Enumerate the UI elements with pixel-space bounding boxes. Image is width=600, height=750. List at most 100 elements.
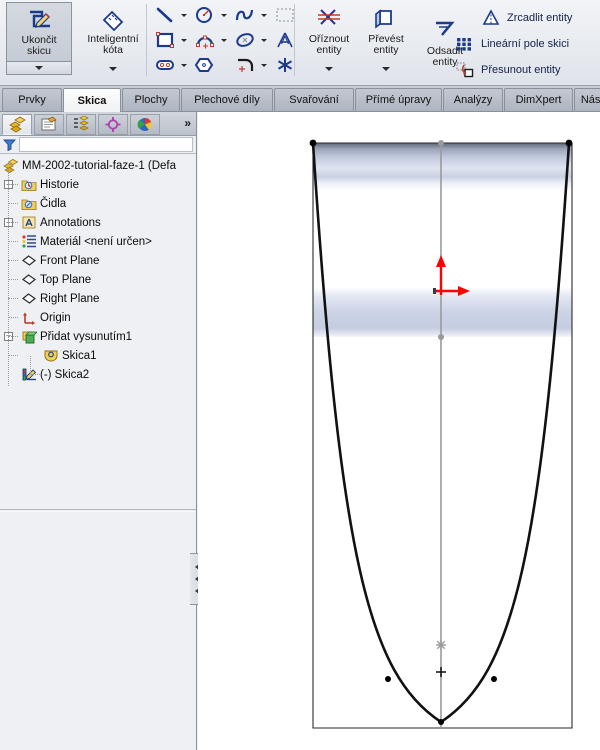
convert-entities-dropdown[interactable] [358, 62, 414, 75]
feature-tree-filter-bar [0, 136, 196, 154]
spline-control-point[interactable] [491, 676, 497, 682]
tree-item-extrude-boss-label: Přidat vysunutím1 [40, 330, 133, 343]
manager-tab-strip: » [0, 112, 196, 136]
chevron-down-icon [180, 63, 187, 67]
tab-nastroje[interactable]: Nástr [574, 88, 600, 111]
tree-item-top-plane[interactable]: Top Plane [0, 270, 196, 289]
spline-endpoint[interactable] [565, 139, 573, 147]
tree-item-cidla[interactable]: Čidla [0, 194, 196, 213]
select-box-icon [276, 8, 294, 22]
sketch-fillet-tool-dropdown[interactable] [258, 53, 269, 77]
slot-tool-dropdown[interactable] [178, 53, 189, 77]
polygon-tool-button[interactable] [192, 53, 218, 77]
centerline-midpoint[interactable] [438, 334, 444, 340]
slot-tool-button[interactable] [152, 53, 178, 77]
sketch-fillet-icon [238, 58, 254, 72]
circle-tool-dropdown[interactable] [218, 3, 229, 27]
line-tool-dropdown[interactable] [178, 3, 189, 27]
rectangle-tool-dropdown[interactable] [178, 28, 189, 52]
chevron-down-icon [35, 66, 43, 70]
smart-dimension-button[interactable]: Inteligentní kóta [80, 2, 146, 62]
command-manager-ribbon: Ukončit skicu Inteligentní kóta Oříznout… [0, 0, 600, 86]
tree-connector [8, 298, 18, 299]
exit-sketch-button[interactable]: Ukončit skicu [6, 2, 72, 62]
feature-tree-filter-input[interactable] [19, 137, 193, 152]
move-entities-label: Přesunout entity [481, 64, 561, 76]
trim-entities-button[interactable]: Oříznout entity [298, 2, 360, 62]
feature-manager-icon [9, 116, 26, 133]
tab-dimxpert[interactable]: DimXpert [504, 88, 573, 111]
tab-plechove-dily[interactable]: Plechové díly [181, 88, 273, 111]
exit-sketch-icon [24, 5, 54, 35]
configuration-manager-tab[interactable] [66, 114, 96, 135]
tree-item-part[interactable]: MM-2002-tutorial-faze-1 (Defa [0, 156, 196, 175]
sketch-fillet-tool-button[interactable] [232, 53, 258, 77]
tab-skica[interactable]: Skica [63, 88, 121, 112]
tree-item-part-label: MM-2002-tutorial-faze-1 (Defa [22, 159, 177, 172]
spline-endpoint[interactable] [309, 139, 317, 147]
spline-control-point[interactable] [385, 676, 391, 682]
tree-item-right-plane[interactable]: Right Plane [0, 289, 196, 308]
point-icon [277, 58, 293, 72]
arc-tool-dropdown[interactable] [218, 28, 229, 52]
spline-tool-dropdown[interactable] [258, 3, 269, 27]
tree-item-skica1-label: Skica1 [62, 349, 97, 362]
feature-manager-tab[interactable] [2, 114, 32, 135]
ribbon-separator [294, 4, 295, 76]
tab-prvky[interactable]: Prvky [2, 88, 62, 111]
extrude-boss-icon [20, 328, 37, 345]
mirror-entities-button[interactable]: Zrcadlit entity [480, 6, 572, 30]
trim-entities-label-2: entity [316, 44, 342, 56]
tree-connector [30, 374, 40, 375]
tree-item-annotations-label: Annotations [40, 216, 101, 229]
tree-connector [8, 260, 18, 261]
dimxpert-manager-tab[interactable] [98, 114, 128, 135]
centerline-endpoint[interactable] [438, 140, 444, 146]
tab-analyzy[interactable]: Analýzy [443, 88, 503, 111]
line-tool-button[interactable] [152, 3, 178, 27]
tree-connector [8, 241, 18, 242]
exit-sketch-dropdown[interactable] [6, 62, 72, 75]
tab-plochy[interactable]: Plochy [122, 88, 180, 111]
tree-connector [8, 336, 18, 337]
arc-tool-button[interactable] [192, 28, 218, 52]
tree-item-front-plane[interactable]: Front Plane [0, 251, 196, 270]
tree-item-front-plane-label: Front Plane [40, 254, 100, 267]
tree-item-cidla-label: Čidla [40, 197, 67, 210]
convert-entities-label-2: entity [373, 44, 399, 56]
plane-icon [20, 290, 37, 307]
rectangle-tool-button[interactable] [152, 28, 178, 52]
tab-prime-upravy[interactable]: Přímé úpravy [355, 88, 442, 111]
chevron-down-icon [260, 63, 267, 67]
expand-panel-button[interactable]: » [184, 116, 191, 131]
tree-connector [8, 317, 18, 318]
move-entities-button[interactable]: Přesunout entity [454, 58, 561, 82]
convert-entities-button[interactable]: Převést entity [358, 2, 414, 62]
line-icon [156, 7, 173, 23]
tab-svarovani[interactable]: Svařování [274, 88, 354, 111]
tree-item-origin[interactable]: Origin [0, 308, 196, 327]
property-manager-tab[interactable] [34, 114, 64, 135]
tree-divider [0, 509, 196, 510]
display-manager-tab[interactable] [130, 114, 160, 135]
tree-item-material-label: Materiál <není určen> [40, 235, 152, 248]
spline-control-point[interactable] [438, 719, 444, 725]
tree-item-annotations[interactable]: + Annotations [0, 213, 196, 232]
circle-tool-button[interactable] [192, 3, 218, 27]
spline-tool-button[interactable] [232, 3, 258, 27]
annotations-icon [20, 214, 37, 231]
tree-item-extrude-boss[interactable]: – Přidat vysunutím1 [0, 327, 196, 346]
smart-dimension-label-2: kóta [103, 44, 123, 56]
linear-sketch-pattern-button[interactable]: Lineární pole skici [454, 32, 569, 56]
rectangle-icon [156, 32, 174, 48]
graphics-viewport[interactable] [198, 112, 600, 750]
tree-item-right-plane-label: Right Plane [40, 292, 100, 305]
feature-manager-panel: » MM-2002-tutorial-faze-1 (Defa + Histor… [0, 112, 197, 750]
trim-entities-dropdown[interactable] [298, 62, 360, 75]
ellipse-tool-dropdown[interactable] [258, 28, 269, 52]
tree-item-historie[interactable]: + Historie [0, 175, 196, 194]
smart-dimension-dropdown[interactable] [80, 62, 146, 75]
midpoint-marker[interactable] [436, 640, 446, 650]
tree-item-material[interactable]: Materiál <není určen> [0, 232, 196, 251]
ellipse-tool-button[interactable] [232, 28, 258, 52]
